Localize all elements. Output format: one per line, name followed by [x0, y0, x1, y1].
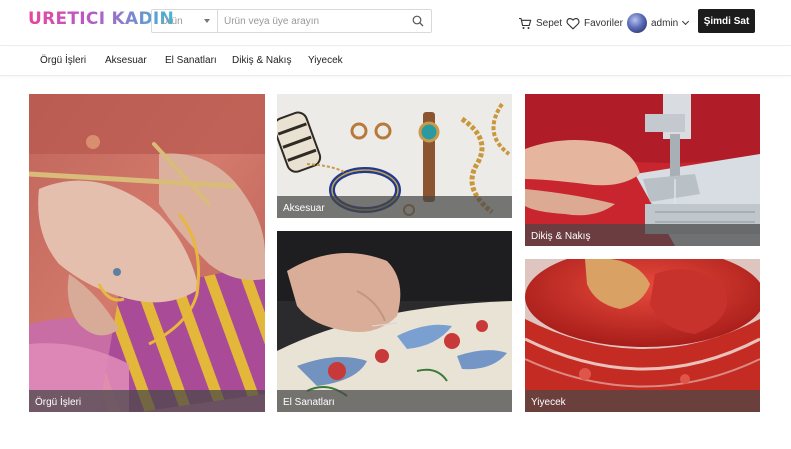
nav-item-yiyecek[interactable]: Yiyecek	[308, 55, 343, 66]
tile-caption: Dikiş & Nakış	[525, 224, 760, 246]
sell-now-button[interactable]: Şimdi Sat	[698, 9, 755, 33]
category-tile-aksesuar[interactable]: Aksesuar	[277, 94, 512, 218]
nav-item-el-sanatlari[interactable]: El Sanatları	[165, 55, 217, 66]
user-name: admin	[651, 17, 679, 29]
category-tile-yiyecek[interactable]: Yiyecek	[525, 259, 760, 412]
tile-caption: Örgü İşleri	[29, 390, 265, 412]
user-menu[interactable]: admin	[627, 0, 690, 46]
category-tile-orgu-isleri[interactable]: Örgü İşleri	[29, 94, 265, 412]
nav-item-dikis-nakis[interactable]: Dikiş & Nakış	[232, 55, 291, 66]
handicraft-image	[277, 231, 512, 412]
nav-item-aksesuar[interactable]: Aksesuar	[105, 55, 147, 66]
search-bar: Ürün	[151, 9, 432, 33]
cart-label: Sepet	[536, 17, 563, 29]
avatar	[627, 13, 647, 33]
category-nav: Örgü İşleri Aksesuar El Sanatları Dikiş …	[0, 47, 791, 76]
favorites-label: Favoriler	[584, 17, 623, 29]
search-category-select[interactable]: Ürün	[152, 10, 218, 32]
search-icon	[412, 15, 424, 27]
site-header: URETICI KADIN Ürün Sepet Favoriler admin	[0, 0, 791, 46]
category-tile-el-sanatlari[interactable]: El Sanatları	[277, 231, 512, 412]
favorites-link[interactable]: Favoriler	[566, 0, 623, 46]
search-input[interactable]	[218, 10, 405, 32]
heart-icon	[566, 17, 580, 29]
tile-caption: El Sanatları	[277, 390, 512, 412]
cart-icon	[519, 17, 532, 29]
tile-caption: Yiyecek	[525, 390, 760, 412]
category-tile-dikis-nakis[interactable]: Dikiş & Nakış	[525, 94, 760, 246]
chevron-down-icon	[682, 17, 690, 26]
cart-link[interactable]: Sepet	[518, 0, 562, 46]
search-button[interactable]	[405, 10, 431, 32]
search-category-value: Ürün	[161, 16, 183, 27]
nav-item-orgu-isleri[interactable]: Örgü İşleri	[40, 55, 86, 66]
tile-caption: Aksesuar	[277, 196, 512, 218]
chevron-down-icon	[204, 19, 210, 23]
knitting-image	[29, 94, 265, 412]
